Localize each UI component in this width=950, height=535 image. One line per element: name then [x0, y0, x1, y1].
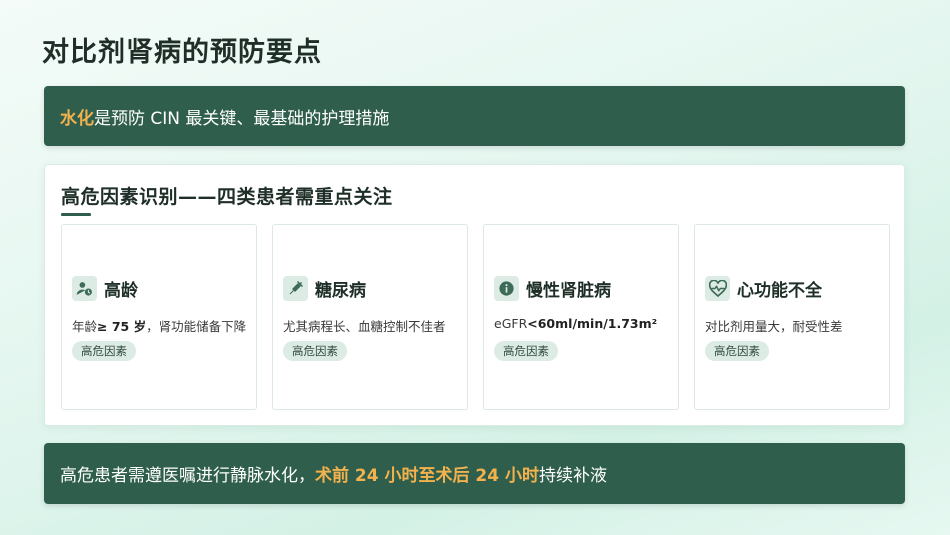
risk-card-elderly: 高龄 年龄≥ 75 岁，肾功能储备下降 高危因素	[61, 224, 257, 410]
card-title: 慢性肾脏病	[526, 281, 611, 301]
desc-prefix: eGFR	[494, 316, 528, 331]
card-description: 对比剂用量大，耐受性差	[705, 316, 843, 335]
risk-tag: 高危因素	[494, 341, 558, 361]
banner-highlight: 水化	[60, 108, 94, 129]
desc-suffix: ，肾功能储备下降	[146, 319, 247, 334]
risk-card-heart-failure: 心功能不全 对比剂用量大，耐受性差 高危因素	[694, 224, 890, 410]
page-title: 对比剂肾病的预防要点	[42, 37, 322, 68]
desc-prefix: 年龄	[72, 319, 98, 334]
heart-pulse-icon	[705, 276, 730, 301]
desc-emphasis: <60ml/min/1.73m²	[527, 316, 658, 331]
card-description: eGFR<60ml/min/1.73m²	[494, 316, 657, 331]
card-header: 慢性肾脏病	[494, 276, 611, 301]
instruction-prefix: 高危患者需遵医嘱进行静脉水化，	[60, 466, 315, 486]
desc-prefix: 对比剂用量大，耐受性差	[705, 319, 843, 334]
risk-tag: 高危因素	[72, 341, 136, 361]
risk-card-diabetes: 糖尿病 尤其病程长、血糖控制不佳者 高危因素	[272, 224, 468, 410]
banner-text: 是预防 CIN 最关键、最基础的护理措施	[94, 108, 390, 129]
card-header: 高龄	[72, 276, 138, 301]
card-header: 心功能不全	[705, 276, 822, 301]
card-title: 糖尿病	[315, 281, 366, 301]
card-title: 高龄	[104, 281, 138, 301]
instruction-suffix: 持续补液	[539, 466, 607, 486]
card-title: 心功能不全	[737, 281, 822, 301]
card-description: 尤其病程长、血糖控制不佳者	[283, 316, 446, 335]
instruction-highlight: 术前 24 小时至术后 24 小时	[315, 466, 539, 486]
key-point-banner: 水化 是预防 CIN 最关键、最基础的护理措施	[44, 86, 905, 146]
card-header: 糖尿病	[283, 276, 366, 301]
panel-title: 高危因素识别——四类患者需重点关注	[61, 186, 393, 208]
risk-tag: 高危因素	[705, 341, 769, 361]
syringe-icon	[283, 276, 308, 301]
info-icon	[494, 276, 519, 301]
desc-prefix: 尤其病程长、血糖控制不佳者	[283, 319, 446, 334]
risk-factors-panel: 高危因素识别——四类患者需重点关注 高龄 年龄≥ 75 岁，肾功能储备下降 高危…	[44, 164, 905, 426]
desc-emphasis: ≥ 75 岁	[97, 319, 147, 334]
user-clock-icon	[72, 276, 97, 301]
card-description: 年龄≥ 75 岁，肾功能储备下降	[72, 316, 246, 335]
risk-tag: 高危因素	[283, 341, 347, 361]
risk-card-ckd: 慢性肾脏病 eGFR<60ml/min/1.73m² 高危因素	[483, 224, 679, 410]
hydration-instruction-banner: 高危患者需遵医嘱进行静脉水化， 术前 24 小时至术后 24 小时 持续补液	[44, 443, 905, 504]
title-underline	[61, 213, 91, 216]
